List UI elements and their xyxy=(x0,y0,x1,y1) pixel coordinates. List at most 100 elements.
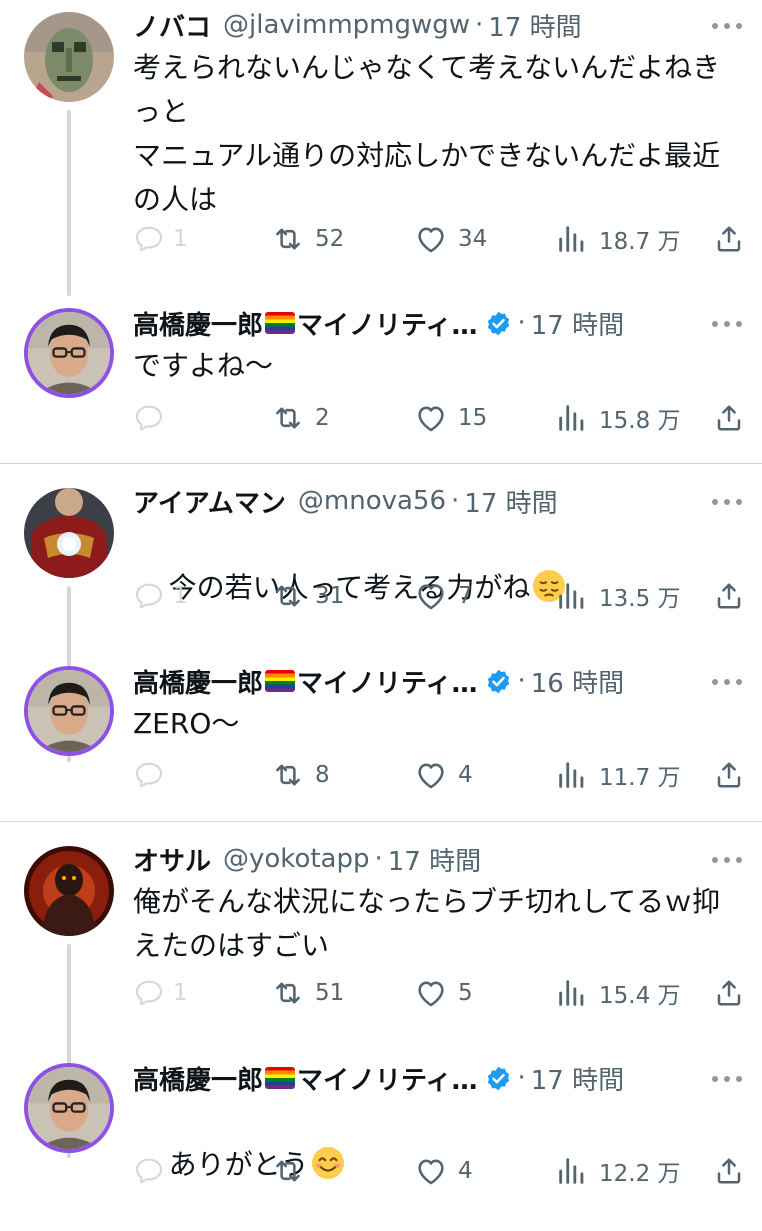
user-handle[interactable]: @yokotapp xyxy=(223,844,369,874)
like-count: 4 xyxy=(458,1158,473,1184)
avatar[interactable] xyxy=(24,308,114,398)
display-name[interactable]: 高橋慶一郎 xyxy=(133,663,263,700)
avatar[interactable] xyxy=(24,846,114,936)
views-button[interactable]: 15.4 万 xyxy=(555,973,681,1013)
action-bar: 4 12.2 万 xyxy=(133,1151,744,1191)
reply-button[interactable]: 1 xyxy=(133,576,188,616)
share-upload-icon xyxy=(717,1158,741,1184)
share-button[interactable] xyxy=(714,576,744,616)
reply-button[interactable] xyxy=(133,398,165,438)
display-name[interactable]: ノバコ xyxy=(133,7,211,44)
action-bar: 8 4 11.7 万 xyxy=(133,755,744,795)
timestamp[interactable]: 17 時間 xyxy=(531,305,624,342)
timestamp[interactable]: 17 時間 xyxy=(488,7,581,44)
like-count: 7 xyxy=(458,583,473,609)
three-dots-icon xyxy=(712,499,718,505)
display-name-suffix[interactable]: マイノリティ… xyxy=(297,1060,477,1097)
reply-button[interactable]: 1 xyxy=(133,219,188,259)
separator-dot: · xyxy=(451,486,460,516)
three-dots-icon xyxy=(712,23,718,29)
speech-bubble-icon xyxy=(135,980,163,1006)
views-button[interactable]: 12.2 万 xyxy=(555,1151,681,1191)
like-count: 15 xyxy=(458,405,488,431)
heart-outline-icon xyxy=(418,1159,444,1185)
retweet-button[interactable]: 52 xyxy=(271,219,344,259)
bar-chart-icon xyxy=(559,1158,584,1184)
timestamp[interactable]: 17 時間 xyxy=(464,483,557,520)
like-button[interactable]: 4 xyxy=(414,755,473,795)
like-button[interactable]: 34 xyxy=(414,219,487,259)
timestamp[interactable]: 17 時間 xyxy=(531,1060,624,1097)
retweet-button[interactable]: 31 xyxy=(271,576,344,616)
blue-check-badge-icon[interactable] xyxy=(485,668,512,695)
share-button[interactable] xyxy=(714,398,744,438)
views-button[interactable]: 18.7 万 xyxy=(555,219,681,259)
views-button[interactable]: 13.5 万 xyxy=(555,576,681,616)
retweet-button[interactable] xyxy=(271,1151,305,1191)
avatar-image xyxy=(28,312,110,394)
share-button[interactable] xyxy=(714,755,744,795)
more-options-button[interactable] xyxy=(712,492,742,512)
tweet-text: ZERO〜 xyxy=(133,707,240,740)
like-button[interactable]: 5 xyxy=(414,973,473,1013)
like-button[interactable]: 4 xyxy=(414,1151,473,1191)
share-button[interactable] xyxy=(714,973,744,1013)
tweet-header: ノバコ @jlavimmpmgwgw · 17 時間 xyxy=(133,4,692,46)
heart-outline-icon xyxy=(418,763,444,789)
retweet-count: 2 xyxy=(315,405,330,431)
tweet-text: ですよね〜 xyxy=(133,349,274,382)
retweet-button[interactable]: 2 xyxy=(271,398,330,438)
display-name[interactable]: 高橋慶一郎 xyxy=(133,305,263,342)
three-dots-icon xyxy=(712,1076,718,1082)
retweet-button[interactable]: 51 xyxy=(271,973,344,1013)
user-handle[interactable]: @jlavimmpmgwgw xyxy=(223,10,470,40)
avatar[interactable] xyxy=(24,12,114,102)
display-name[interactable]: 高橋慶一郎 xyxy=(133,1060,263,1097)
tweet-text: 考えられないんじゃなくて考えないんだよねきっと マニュアル通りの対応しかできない… xyxy=(133,51,721,216)
blue-check-badge-icon[interactable] xyxy=(485,310,512,337)
retweet-arrows-icon xyxy=(276,407,300,429)
share-upload-icon xyxy=(717,583,741,609)
share-button[interactable] xyxy=(714,1151,744,1191)
view-count: 15.4 万 xyxy=(599,983,681,1009)
avatar-image xyxy=(24,12,114,102)
views-button[interactable]: 11.7 万 xyxy=(555,755,681,795)
avatar-image xyxy=(24,488,114,578)
display-name-suffix[interactable]: マイノリティ… xyxy=(297,663,477,700)
display-name[interactable]: オサル xyxy=(133,841,211,878)
heart-outline-icon xyxy=(418,227,444,253)
separator-dot: · xyxy=(475,10,484,40)
retweet-count: 8 xyxy=(315,762,330,788)
share-button[interactable] xyxy=(714,219,744,259)
timestamp[interactable]: 16 時間 xyxy=(531,663,624,700)
timestamp[interactable]: 17 時間 xyxy=(388,841,481,878)
display-name-suffix[interactable]: マイノリティ… xyxy=(297,305,477,342)
view-count: 15.8 万 xyxy=(599,408,681,434)
like-button[interactable]: 7 xyxy=(414,576,473,616)
share-upload-icon xyxy=(717,980,741,1006)
retweet-arrows-icon xyxy=(276,585,300,607)
avatar[interactable] xyxy=(24,666,114,756)
tweet-header: アイアムマン @mnova56 · 17 時間 xyxy=(133,480,692,522)
reply-button[interactable] xyxy=(133,755,165,795)
reply-button[interactable] xyxy=(133,1151,165,1191)
more-options-button[interactable] xyxy=(712,1069,742,1089)
speech-bubble-icon xyxy=(135,583,163,609)
reply-button[interactable]: 1 xyxy=(133,973,188,1013)
views-button[interactable]: 15.8 万 xyxy=(555,398,681,438)
more-options-button[interactable] xyxy=(712,314,742,334)
like-button[interactable]: 15 xyxy=(414,398,487,438)
blue-check-badge-icon[interactable] xyxy=(485,1065,512,1092)
bar-chart-icon xyxy=(559,583,584,609)
more-options-button[interactable] xyxy=(712,16,742,36)
display-name[interactable]: アイアムマン xyxy=(133,483,286,520)
more-options-button[interactable] xyxy=(712,850,742,870)
avatar[interactable] xyxy=(24,1063,114,1153)
avatar-image xyxy=(28,1067,110,1149)
three-dots-icon xyxy=(712,679,718,685)
retweet-button[interactable]: 8 xyxy=(271,755,330,795)
user-handle[interactable]: @mnova56 xyxy=(298,486,446,516)
share-upload-icon xyxy=(717,226,741,252)
avatar[interactable] xyxy=(24,488,114,578)
more-options-button[interactable] xyxy=(712,672,742,692)
